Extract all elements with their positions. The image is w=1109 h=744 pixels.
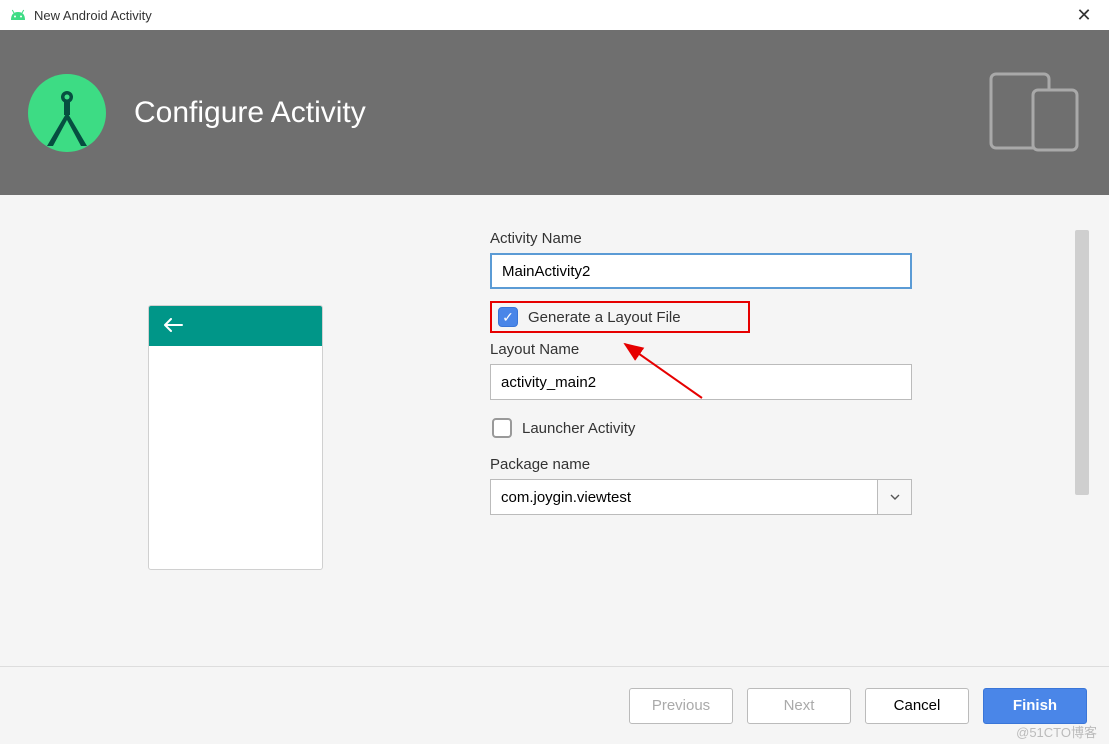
close-button[interactable]: ✕ [1069,5,1099,26]
layout-name-input[interactable] [490,364,912,400]
package-name-combo[interactable] [490,479,912,515]
content: Activity Name ✓ Generate a Layout File L… [0,195,1109,663]
back-arrow-icon [163,316,183,337]
activity-preview [148,305,323,570]
activity-name-label: Activity Name [490,230,1039,247]
activity-name-field: Activity Name [490,230,1039,289]
android-studio-logo-icon [28,74,106,152]
generate-layout-field: ✓ Generate a Layout File [490,301,1039,333]
layout-name-label: Layout Name [490,341,1039,358]
form-column: Activity Name ✓ Generate a Layout File L… [490,230,1089,663]
cancel-button[interactable]: Cancel [865,688,969,724]
watermark: @51CTO博客 [1016,722,1097,741]
footer: Previous Next Cancel Finish [0,666,1109,744]
android-icon [10,8,26,22]
package-name-dropdown-button[interactable] [877,480,911,514]
header: Configure Activity [0,30,1109,195]
chevron-down-icon [890,494,900,500]
titlebar-left: New Android Activity [10,8,152,23]
preview-appbar [149,306,322,346]
devices-icon [989,68,1081,157]
preview-column [20,230,450,663]
content-scrollbar[interactable] [1075,230,1089,495]
annotation-highlight: ✓ Generate a Layout File [490,301,750,333]
titlebar: New Android Activity ✕ [0,0,1109,30]
window-title: New Android Activity [34,8,152,23]
generate-layout-label: Generate a Layout File [528,309,681,326]
layout-name-field: Layout Name [490,341,1039,400]
generate-layout-checkbox[interactable]: ✓ [498,307,518,327]
page-title: Configure Activity [134,96,366,130]
package-name-label: Package name [490,456,1039,473]
launcher-activity-label: Launcher Activity [522,420,635,437]
launcher-activity-checkbox[interactable] [492,418,512,438]
previous-button[interactable]: Previous [629,688,733,724]
package-name-field: Package name [490,456,1039,515]
launcher-activity-field: Launcher Activity [490,412,1039,444]
package-name-input[interactable] [491,480,877,514]
activity-name-input[interactable] [490,253,912,289]
finish-button[interactable]: Finish [983,688,1087,724]
next-button[interactable]: Next [747,688,851,724]
